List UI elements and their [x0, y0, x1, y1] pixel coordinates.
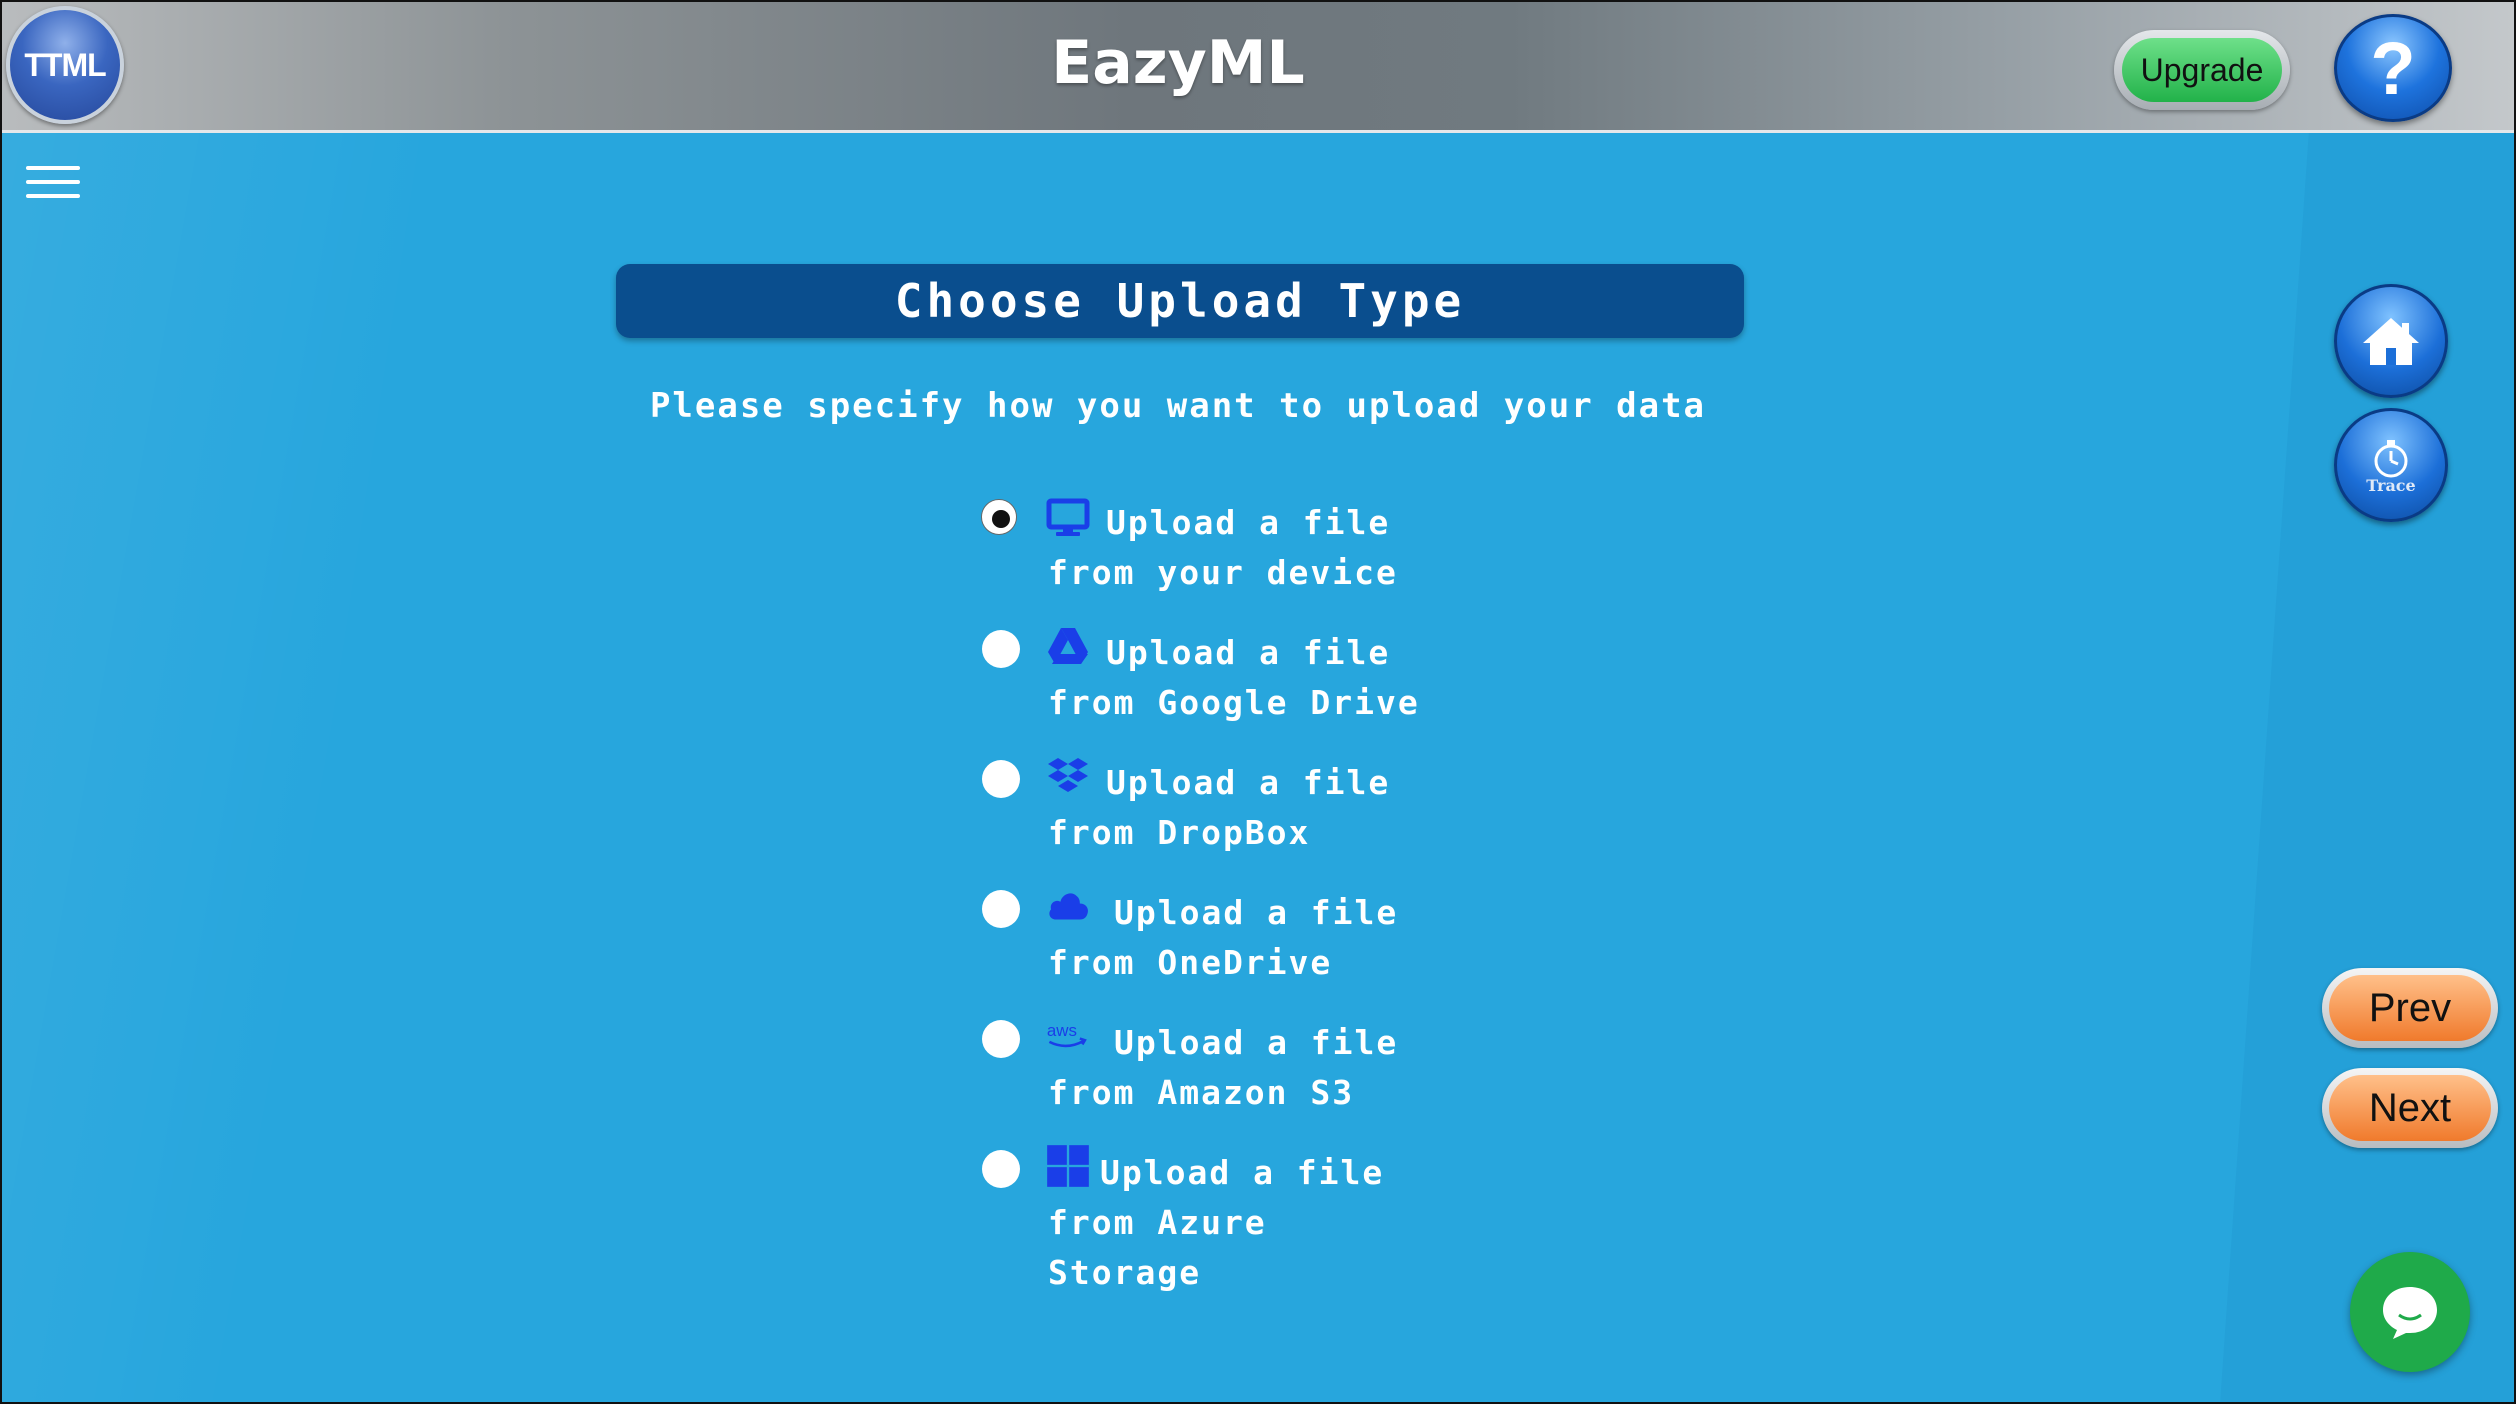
prev-button-label: Prev	[2329, 975, 2491, 1041]
background-shade-left	[0, 133, 420, 1404]
top-header: TTML EazyML Upgrade ?	[0, 0, 2516, 133]
upgrade-button-label: Upgrade	[2122, 38, 2282, 102]
option-label: Upload a file from your device	[1048, 503, 1398, 592]
page-subtitle: Please specify how you want to upload yo…	[649, 386, 1707, 426]
chat-button[interactable]	[2350, 1252, 2470, 1372]
option-label: Upload a file from Azure Storage	[1048, 1153, 1385, 1292]
home-button[interactable]	[2334, 284, 2448, 398]
page-title: Choose Upload Type	[616, 264, 1744, 338]
question-mark-icon: ?	[2370, 26, 2416, 110]
trace-label: Trace	[2366, 475, 2416, 495]
stopwatch-icon	[2374, 439, 2408, 477]
next-button-label: Next	[2329, 1075, 2491, 1141]
option-label: Upload a file from OneDrive	[1048, 893, 1399, 982]
next-button[interactable]: Next	[2322, 1068, 2498, 1148]
option-label: Upload a file from Amazon S3	[1048, 1023, 1399, 1112]
home-icon	[2363, 318, 2419, 365]
upgrade-button[interactable]: Upgrade	[2114, 30, 2290, 110]
chat-bubble-icon	[2383, 1287, 2437, 1339]
radio-dropbox[interactable]	[982, 760, 1020, 798]
radio-onedrive[interactable]	[982, 890, 1020, 928]
radio-google-drive[interactable]	[982, 630, 1020, 668]
radio-device[interactable]	[982, 500, 1016, 534]
upload-option-dropbox[interactable]: Upload a file from DropBox	[982, 754, 1582, 874]
hamburger-menu-icon[interactable]	[26, 166, 80, 200]
option-label: Upload a file from Google Drive	[1048, 633, 1420, 722]
app-title: EazyML	[1051, 28, 1305, 98]
upload-option-amazon-s3[interactable]: aws Upload a file from Amazon S3	[982, 1014, 1582, 1134]
radio-amazon-s3[interactable]	[982, 1020, 1020, 1058]
upload-option-onedrive[interactable]: Upload a file from OneDrive	[982, 884, 1582, 1004]
radio-azure[interactable]	[982, 1150, 1020, 1188]
upload-option-azure[interactable]: Upload a file from Azure Storage	[982, 1144, 1582, 1304]
trace-button[interactable]: Trace	[2334, 408, 2448, 522]
upload-option-google-drive[interactable]: Upload a file from Google Drive	[982, 624, 1582, 744]
option-label: Upload a file from DropBox	[1048, 763, 1391, 852]
upload-option-device[interactable]: Upload a file from your device	[982, 494, 1582, 614]
help-button[interactable]: ?	[2334, 14, 2452, 122]
prev-button[interactable]: Prev	[2322, 968, 2498, 1048]
